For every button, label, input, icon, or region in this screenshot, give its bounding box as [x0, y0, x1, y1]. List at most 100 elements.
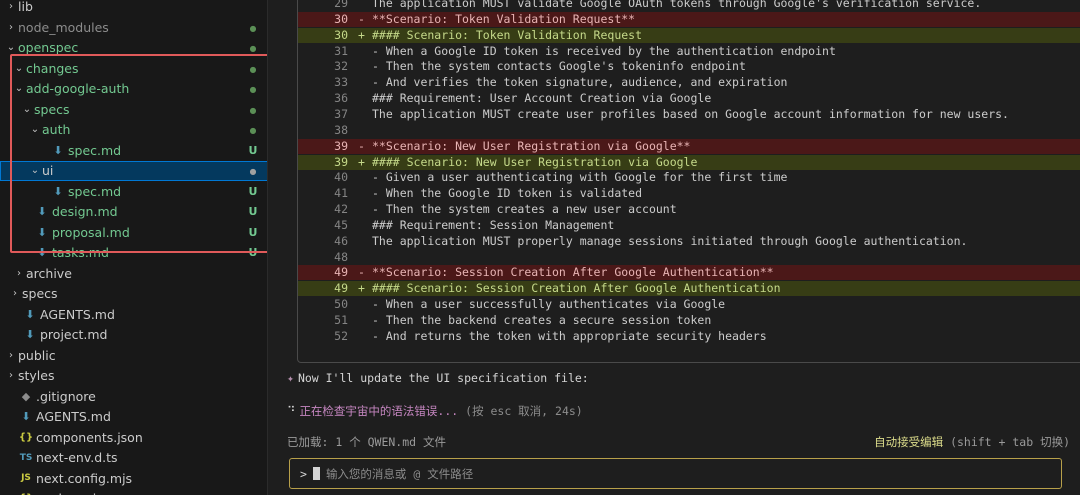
- tree-file[interactable]: JS next.config.mjs: [0, 468, 267, 489]
- chevron-down-icon[interactable]: ⌄: [4, 42, 18, 53]
- tree-folder[interactable]: › node_modules: [0, 17, 267, 38]
- tree-item-label: openspec: [18, 40, 79, 56]
- git-status-indicator: [238, 21, 267, 34]
- diff-line: 46 The application MUST properly manage s…: [298, 234, 1080, 249]
- tree-folder[interactable]: › archive: [0, 263, 267, 284]
- tree-folder[interactable]: ⌄ openspec: [0, 38, 267, 59]
- diff-marker: -: [358, 138, 365, 153]
- diff-text: **Scenario: New User Registration via Go…: [372, 138, 691, 153]
- tree-item-label: ui: [42, 163, 54, 179]
- diff-text: - When the Google ID token is validated: [372, 186, 643, 201]
- line-number: 33: [334, 75, 348, 90]
- chevron-down-icon[interactable]: ⌄: [28, 165, 42, 176]
- diff-text: #### Scenario: Token Validation Request: [372, 27, 643, 42]
- tree-folder[interactable]: › lib: [0, 0, 267, 17]
- tree-item-label: spec.md: [68, 183, 122, 199]
- tree-folder[interactable]: › specs: [0, 284, 267, 305]
- chevron-down-icon[interactable]: ⌄: [20, 104, 34, 115]
- line-number: 37: [334, 106, 348, 121]
- diff-marker: -: [358, 265, 365, 280]
- message-input-placeholder: 输入您的消息或 @ 文件路径: [325, 466, 474, 481]
- chevron-right-icon[interactable]: ›: [8, 288, 22, 299]
- diff-marker: +: [358, 281, 365, 296]
- diff-text: - And verifies the token signature, audi…: [372, 75, 788, 90]
- chevron-right-icon[interactable]: ›: [12, 268, 26, 279]
- thinking-text: 正在检查宇宙中的语法错误...: [299, 404, 459, 418]
- tree-file[interactable]: {} components.json: [0, 427, 267, 448]
- line-number: 41: [334, 186, 348, 201]
- tree-file[interactable]: ⬇ design.md U: [0, 202, 267, 223]
- tree-file[interactable]: ⬇ spec.md U: [0, 140, 267, 161]
- tree-folder[interactable]: ⌄ changes: [0, 58, 267, 79]
- md-file-icon: ⬇: [25, 307, 35, 321]
- tree-folder[interactable]: › public: [0, 345, 267, 366]
- prompt-chevron-icon: >: [300, 466, 307, 481]
- tree-folder[interactable]: ⌄ auth: [0, 120, 267, 141]
- json-file-icon: {}: [18, 431, 34, 443]
- md-file-icon: ⬇: [37, 225, 47, 239]
- assistant-status-line: ✦ Now I'll update the UI specification fi…: [287, 371, 589, 385]
- diff-line: 31 - When a Google ID token is received b…: [298, 44, 1080, 59]
- diff-text: The application MUST create user profile…: [372, 106, 1009, 121]
- chevron-right-icon[interactable]: ›: [4, 1, 18, 12]
- tree-file[interactable]: ⬇ AGENTS.md: [0, 304, 267, 325]
- tree-folder[interactable]: ⌄ ui: [0, 160, 267, 181]
- js-file-icon: JS: [21, 473, 31, 484]
- line-number: 36: [334, 91, 348, 106]
- diff-line: 48: [298, 250, 1080, 265]
- line-number: 30: [334, 11, 348, 26]
- tree-file[interactable]: ⬇ project.md: [0, 325, 267, 346]
- chevron-down-icon[interactable]: ⌄: [12, 83, 26, 94]
- tree-item-label: changes: [26, 60, 79, 76]
- diff-marker: +: [358, 154, 365, 169]
- line-number: 40: [334, 170, 348, 185]
- diff-text: - Then the system contacts Google's toke…: [372, 59, 746, 74]
- chevron-right-icon[interactable]: ›: [4, 350, 18, 361]
- tree-file[interactable]: ⬇ proposal.md U: [0, 222, 267, 243]
- chevron-right-icon[interactable]: ›: [4, 370, 18, 381]
- diff-marker: -: [358, 11, 365, 26]
- line-number: 49: [334, 281, 348, 296]
- tree-file[interactable]: ◆ .gitignore: [0, 386, 267, 407]
- diff-line: 38: [298, 123, 1080, 138]
- chevron-right-icon[interactable]: ›: [4, 22, 18, 33]
- chevron-down-icon[interactable]: ⌄: [12, 63, 26, 74]
- tree-item-label: next.config.mjs: [36, 470, 133, 486]
- tree-file[interactable]: ⬇ spec.md U: [0, 181, 267, 202]
- tree-folder[interactable]: ⌄ add-google-auth: [0, 79, 267, 100]
- diff-line: 51 - Then the backend creates a secure se…: [298, 313, 1080, 328]
- line-number: 50: [334, 297, 348, 312]
- diff-view: 29 The application MUST validate Google O…: [297, 0, 1080, 363]
- tree-folder[interactable]: ⌄ specs: [0, 99, 267, 120]
- md-file-icon: ⬇: [21, 410, 31, 424]
- untracked-badge: U: [248, 225, 258, 239]
- thinking-hint: (按 esc 取消, 24s): [458, 404, 583, 418]
- git-status-indicator: [238, 82, 267, 95]
- diff-text: The application MUST properly manage ses…: [372, 233, 968, 248]
- tree-file[interactable]: ⬇ tasks.md U: [0, 243, 267, 264]
- line-number: 31: [334, 43, 348, 58]
- tree-file[interactable]: ⬇ AGENTS.md: [0, 407, 267, 428]
- tree-file[interactable]: TS next-env.d.ts: [0, 448, 267, 469]
- message-input[interactable]: > 输入您的消息或 @ 文件路径: [289, 458, 1062, 489]
- diff-line-added: 39 + #### Scenario: New User Registration …: [298, 154, 1080, 170]
- tree-folder[interactable]: › styles: [0, 366, 267, 387]
- line-number: 30: [334, 27, 348, 42]
- text-cursor: [312, 467, 320, 480]
- chevron-down-icon[interactable]: ⌄: [28, 124, 42, 135]
- diff-line-removed: 39- **Scenario: New User Registration via…: [298, 138, 1080, 154]
- tree-item-label: node_modules: [18, 19, 109, 35]
- line-number: 29: [334, 0, 348, 10]
- diff-text: #### Scenario: Session Creation After Go…: [372, 281, 781, 296]
- tree-file[interactable]: {}package.json: [0, 489, 267, 495]
- tree-item-label: .gitignore: [36, 388, 96, 404]
- tree-item-label: lib: [18, 0, 33, 15]
- diff-text: - When a user successfully authenticates…: [372, 297, 726, 312]
- auto-accept-mode[interactable]: 自动接受编辑 (shift + tab 切换): [874, 434, 1070, 450]
- git-status-indicator: [238, 164, 267, 177]
- tree-item-label: tasks.md: [52, 245, 109, 261]
- tree-item-label: add-google-auth: [26, 81, 130, 97]
- tree-item-label: components.json: [36, 429, 143, 445]
- diff-line: 36 ### Requirement: User Account Creation…: [298, 91, 1080, 106]
- line-number: 45: [334, 217, 348, 232]
